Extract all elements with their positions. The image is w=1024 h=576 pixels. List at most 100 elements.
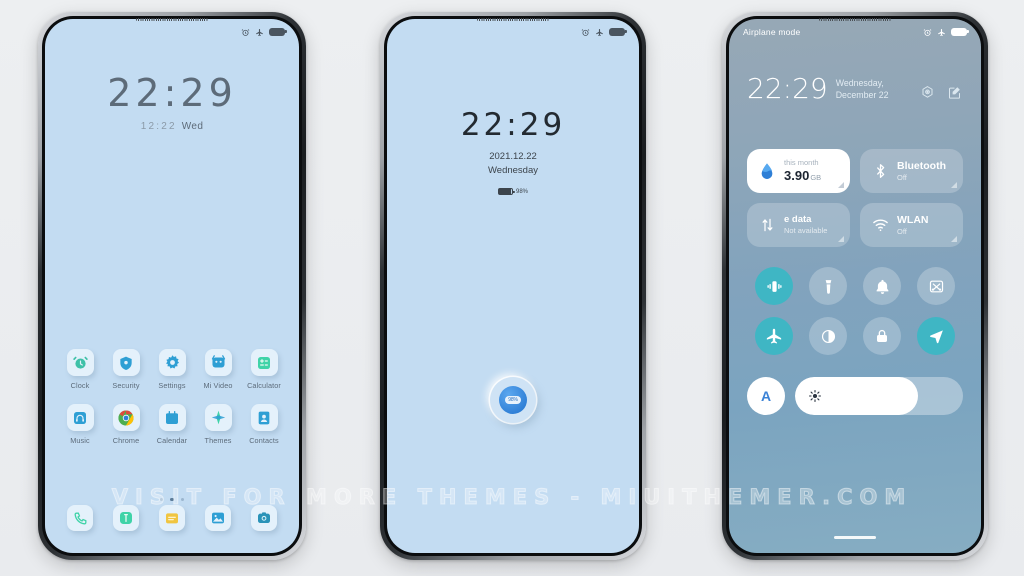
page-indicator [45, 498, 299, 502]
phone-home-screen: 22:29 12:22 Wed Clock Security Settings … [38, 12, 306, 560]
vibrate-toggle[interactable] [755, 267, 793, 305]
dock-item-gallery[interactable] [195, 505, 241, 531]
dock-item-messages[interactable] [103, 505, 149, 531]
gallery-icon [205, 505, 231, 531]
message-icon [113, 505, 139, 531]
app-label: Calendar [156, 436, 188, 445]
home-clock-widget: 22:29 12:22 Wed [45, 71, 299, 132]
lock-clock-date: 2021.12.22 [489, 151, 537, 162]
cc-header-actions [919, 84, 963, 101]
mobile-data-text: e data Not available [784, 214, 827, 235]
app-settings[interactable]: Settings [149, 349, 195, 390]
airplane-icon [595, 28, 604, 37]
wlan-tile[interactable]: WLAN Off [860, 203, 963, 247]
app-contacts[interactable]: Contacts [241, 404, 287, 445]
water-drop-icon [758, 162, 776, 181]
app-mi-video[interactable]: Mi Video [195, 349, 241, 390]
lock-clock-widget: 22:29 2021.12.22 Wednesday 98% [387, 107, 639, 195]
home-clock-date: 12:22 Wed [45, 121, 299, 132]
app-calculator[interactable]: Calculator [241, 349, 287, 390]
app-label: Music [70, 436, 90, 445]
home-clock-date-num: 12:22 [140, 121, 177, 132]
lock-clock-time: 22:29 [460, 107, 566, 143]
wlan-status: Off [897, 226, 907, 236]
fingerprint-icon: 98% [499, 386, 527, 414]
location-toggle[interactable] [917, 317, 955, 355]
home-clock-time: 22:29 [107, 71, 237, 115]
lock-clock-weekday: Wednesday [488, 165, 538, 176]
app-themes[interactable]: Themes [195, 404, 241, 445]
auto-brightness-button[interactable]: A [747, 377, 785, 415]
app-label: Themes [204, 436, 232, 445]
app-security[interactable]: Security [103, 349, 149, 390]
battery-icon [951, 28, 969, 36]
dark-mode-toggle[interactable] [809, 317, 847, 355]
sun-icon [808, 389, 822, 403]
bluetooth-title: Bluetooth [897, 159, 946, 172]
data-usage-number: 3.90 [784, 167, 810, 183]
resize-corner-icon [838, 236, 844, 242]
phone3-status-bar: Airplane mode [729, 19, 981, 45]
phone-icon [67, 505, 93, 531]
page-dot[interactable] [160, 498, 164, 502]
data-usage-text: this month 3.90GB [784, 158, 821, 184]
chrome-icon [112, 404, 140, 431]
bluetooth-tile[interactable]: Bluetooth Off [860, 149, 963, 193]
page-dot[interactable] [180, 498, 184, 502]
resize-corner-icon [951, 182, 957, 188]
drag-handle[interactable] [834, 536, 876, 539]
mobile-data-title: e data [784, 214, 812, 226]
page-dot-active[interactable] [170, 498, 174, 502]
ringer-toggle[interactable] [863, 267, 901, 305]
flashlight-toggle[interactable] [809, 267, 847, 305]
fingerprint-unlock-button[interactable]: 98% [490, 377, 536, 423]
phone2-screen: 22:29 2021.12.22 Wednesday 98% 98% [387, 19, 639, 553]
calendar-icon [158, 404, 186, 431]
phone3-screen: Airplane mode 22:29 Wednesday, December … [729, 19, 981, 553]
resize-corner-icon [951, 236, 957, 242]
dock-item-notes[interactable] [149, 505, 195, 531]
battery-icon [609, 28, 627, 36]
app-calendar[interactable]: Calendar [149, 404, 195, 445]
control-center-tiles: this month 3.90GB Bluetooth Off e data N… [747, 149, 963, 247]
brightness-row: A [747, 377, 963, 415]
battery-icon [497, 188, 515, 195]
data-usage-tile[interactable]: this month 3.90GB [747, 149, 850, 193]
camera-icon [251, 505, 277, 531]
headphones-icon [66, 404, 94, 431]
lock-toggle[interactable] [863, 317, 901, 355]
lock-wallpaper: 22:29 2021.12.22 Wednesday 98% 98% [387, 19, 639, 553]
bluetooth-text: Bluetooth Off [897, 160, 946, 183]
cc-clock-time: 22:29 [747, 72, 828, 105]
cc-date-block: Wednesday, December 22 [836, 78, 889, 102]
clock-icon [66, 349, 94, 376]
app-clock[interactable]: Clock [57, 349, 103, 390]
data-usage-label: this month [784, 158, 819, 168]
wifi-icon [871, 218, 889, 232]
notes-icon [159, 505, 185, 531]
shield-icon [112, 349, 140, 376]
screenshot-stage: 22:29 12:22 Wed Clock Security Settings … [0, 0, 1024, 576]
mobile-data-status: Not available [784, 226, 828, 236]
alarm-icon [923, 28, 932, 37]
calculator-icon [250, 349, 278, 376]
brightness-slider[interactable] [795, 377, 963, 415]
wlan-title: WLAN [897, 213, 929, 226]
app-chrome[interactable]: Chrome [103, 404, 149, 445]
dock-item-phone[interactable] [57, 505, 103, 531]
settings-icon[interactable] [919, 84, 936, 101]
dock-item-camera[interactable] [241, 505, 287, 531]
app-grid: Clock Security Settings Mi Video Calcula… [57, 349, 287, 445]
airplane-toggle[interactable] [755, 317, 793, 355]
fingerprint-label: 98% [505, 396, 521, 404]
phone-control-center: Airplane mode 22:29 Wednesday, December … [722, 12, 988, 560]
quick-toggles [747, 267, 963, 355]
earpiece-speaker-icon [819, 18, 891, 21]
screenshot-toggle[interactable] [917, 267, 955, 305]
gear-icon [158, 349, 186, 376]
data-usage-value: 3.90GB [784, 168, 821, 184]
app-music[interactable]: Music [57, 404, 103, 445]
themes-icon [204, 404, 232, 431]
edit-icon[interactable] [946, 84, 963, 101]
mobile-data-tile[interactable]: e data Not available [747, 203, 850, 247]
